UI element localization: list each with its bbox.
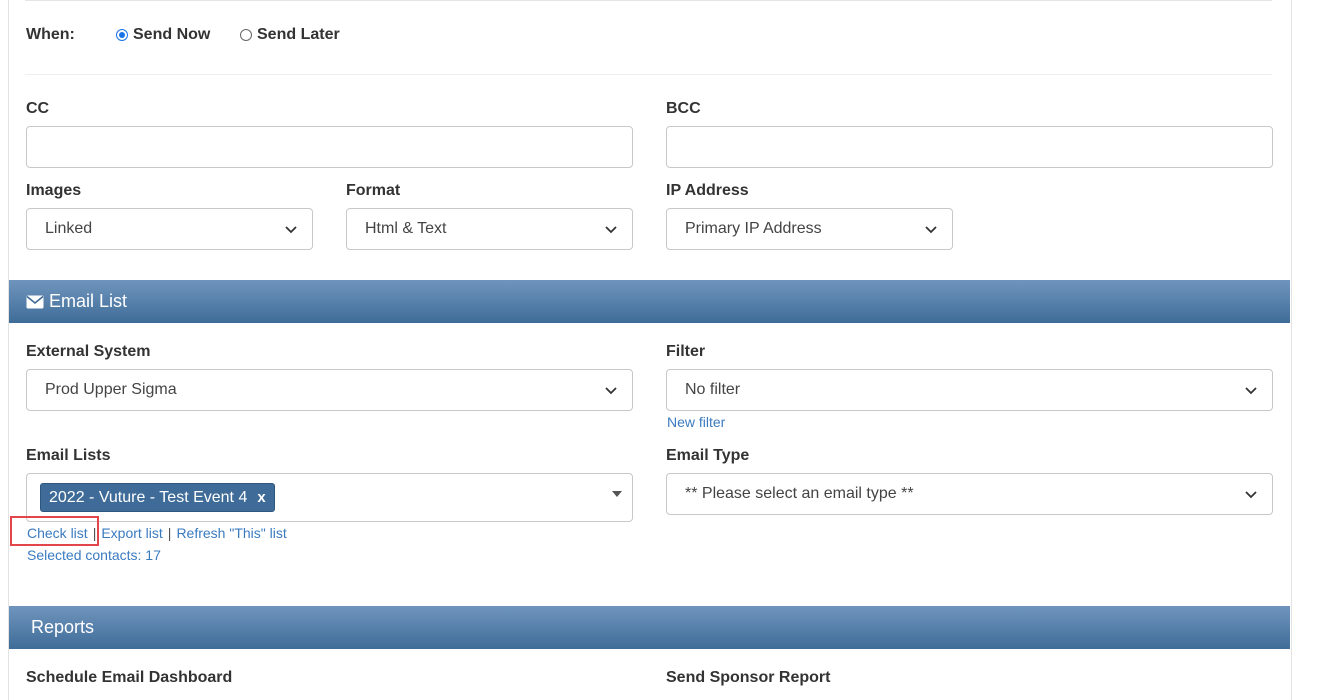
export-list-link[interactable]: Export list xyxy=(101,525,162,541)
cc-label: CC xyxy=(26,100,50,117)
format-select[interactable]: Html & Text xyxy=(346,208,633,250)
tag-remove-button[interactable]: x xyxy=(257,489,265,506)
filter-select[interactable]: No filter xyxy=(666,369,1273,411)
section-divider xyxy=(25,74,1272,75)
email-lists-multiselect[interactable]: 2022 - Vuture - Test Event 4 x xyxy=(26,473,633,522)
chevron-down-icon xyxy=(604,383,618,397)
bcc-input[interactable] xyxy=(666,126,1273,168)
reports-section-header: Reports xyxy=(9,606,1290,649)
reports-title: Reports xyxy=(31,617,95,637)
link-separator: | xyxy=(167,525,172,541)
refresh-list-link[interactable]: Refresh "This" list xyxy=(176,525,286,541)
send-now-radio[interactable]: Send Now xyxy=(116,26,210,44)
email-lists-label: Email Lists xyxy=(26,447,111,464)
filter-label: Filter xyxy=(666,343,706,360)
images-label: Images xyxy=(26,182,82,199)
chevron-down-icon xyxy=(604,222,618,236)
email-type-label: Email Type xyxy=(666,447,750,464)
caret-down-icon[interactable] xyxy=(612,491,622,497)
images-select[interactable]: Linked xyxy=(26,208,313,250)
check-list-highlight xyxy=(10,516,99,546)
send-later-radio-dot[interactable] xyxy=(240,29,252,41)
external-system-value: Prod Upper Sigma xyxy=(45,381,177,398)
envelope-icon xyxy=(26,295,44,309)
external-system-label: External System xyxy=(26,343,151,360)
filter-select-value: No filter xyxy=(685,381,741,398)
email-list-section-header: Email List xyxy=(9,280,1290,323)
email-list-tag: 2022 - Vuture - Test Event 4 x xyxy=(40,483,275,512)
email-list-tag-label: 2022 - Vuture - Test Event 4 xyxy=(49,488,248,506)
chevron-down-icon xyxy=(1244,487,1258,501)
cc-input[interactable] xyxy=(26,126,633,168)
ip-address-select-value: Primary IP Address xyxy=(685,220,822,237)
bcc-label: BCC xyxy=(666,100,701,117)
form-panel xyxy=(8,0,1292,700)
email-type-select[interactable]: ** Please select an email type ** xyxy=(666,473,1273,515)
ip-address-select[interactable]: Primary IP Address xyxy=(666,208,953,250)
send-now-label: Send Now xyxy=(133,26,211,43)
email-list-title: Email List xyxy=(49,291,128,311)
external-system-select[interactable]: Prod Upper Sigma xyxy=(26,369,633,411)
chevron-down-icon xyxy=(924,222,938,236)
send-now-radio-dot[interactable] xyxy=(116,29,128,41)
chevron-down-icon xyxy=(1244,383,1258,397)
images-select-value: Linked xyxy=(45,220,93,237)
send-later-radio[interactable]: Send Later xyxy=(240,26,340,44)
send-sponsor-report-label: Send Sponsor Report xyxy=(666,669,831,686)
format-select-value: Html & Text xyxy=(365,220,447,237)
send-later-label: Send Later xyxy=(257,26,340,43)
selected-contacts-link[interactable]: Selected contacts: 17 xyxy=(27,547,161,563)
email-type-value: ** Please select an email type ** xyxy=(685,485,914,502)
format-label: Format xyxy=(346,182,401,199)
new-filter-link[interactable]: New filter xyxy=(667,414,725,430)
ip-address-label: IP Address xyxy=(666,182,749,199)
when-label: When: xyxy=(26,26,75,43)
top-divider xyxy=(25,0,1272,1)
schedule-email-dashboard-label: Schedule Email Dashboard xyxy=(26,669,233,686)
chevron-down-icon xyxy=(284,222,298,236)
